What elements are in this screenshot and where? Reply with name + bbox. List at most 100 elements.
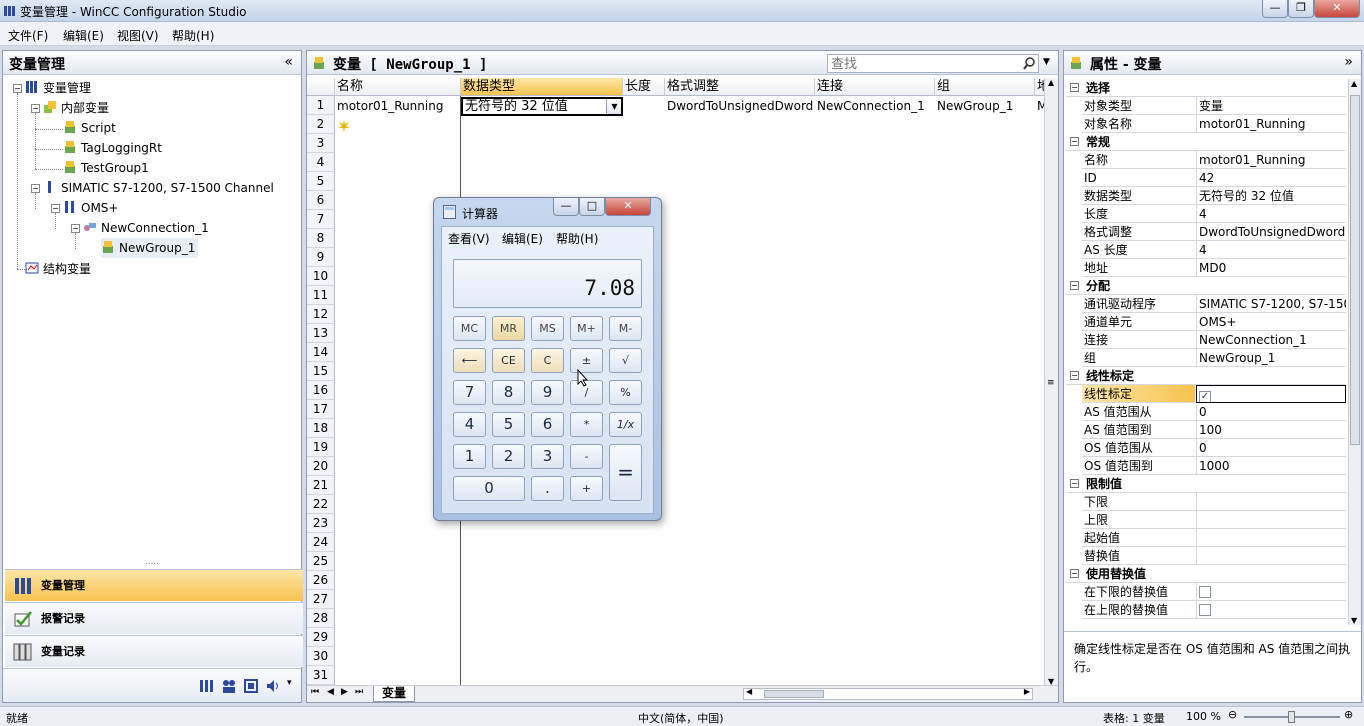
section-collapse-icon[interactable]: − [1070,569,1079,578]
property-row[interactable]: 数据类型 无符号的 32 位值 [1082,187,1346,205]
row-number[interactable]: 12 [307,305,335,324]
sheet-tab-tags[interactable]: 变量 [373,686,415,702]
property-value[interactable]: 1000 [1196,457,1346,475]
section-collapse-icon[interactable]: − [1070,479,1079,488]
tree-item-s7-channel[interactable]: SIMATIC S7-1200, S7-1500 Channel [43,178,274,198]
calculator-close-button[interactable]: ✕ [605,198,651,216]
splitter-grip[interactable]: ..... [3,558,301,569]
property-row[interactable]: 在上限的替换值 [1082,601,1346,619]
calc-mplus-button[interactable]: M+ [570,316,603,341]
property-value[interactable]: ✓ [1196,385,1346,403]
calc-5-button[interactable]: 5 [492,412,525,437]
calc-0-button[interactable]: 0 [453,476,525,501]
search-input[interactable] [827,54,1039,73]
calc-ms-button[interactable]: MS [531,316,564,341]
cell-name[interactable]: motor01_Running [335,97,460,116]
property-value[interactable]: motor01_Running [1196,115,1346,133]
tree-item-script[interactable]: Script [63,118,116,138]
calc-2-button[interactable]: 2 [492,444,525,469]
calculator-menu-help[interactable]: 帮助(H) [556,230,598,247]
row-number[interactable]: 5 [307,172,335,191]
row-number[interactable]: 22 [307,495,335,514]
row-number[interactable]: 27 [307,590,335,609]
property-value[interactable]: 100 [1196,421,1346,439]
tree-item-internal-tags[interactable]: 内部变量 [43,98,109,118]
property-row[interactable]: 对象类型 变量 [1082,97,1346,115]
row-number[interactable]: 14 [307,343,335,362]
property-value[interactable]: 4 [1196,205,1346,223]
row-number[interactable]: 4 [307,153,335,172]
speaker-small-icon[interactable] [265,678,281,694]
text-library-small-icon[interactable] [243,678,259,694]
row-number[interactable]: 3 [307,134,335,153]
tree-item-tag-management[interactable]: 变量管理 [25,78,91,98]
row-number[interactable]: 23 [307,514,335,533]
property-row[interactable]: ID 42 [1082,169,1346,187]
property-section[interactable]: − 选择 [1066,79,1346,97]
collapse-icon[interactable]: « [284,54,293,70]
last-sheet-icon[interactable]: ⏭ [355,687,363,697]
cell-connection[interactable]: NewConnection_1 [815,97,935,116]
property-row[interactable]: 起始值 [1082,529,1346,547]
tree-item-oms[interactable]: OMS+ [63,198,118,218]
close-button[interactable]: ✕ [1314,0,1360,18]
property-row[interactable]: AS 值范围到 100 [1082,421,1346,439]
property-row[interactable]: 通道单元 OMS+ [1082,313,1346,331]
nav-tag-logging[interactable]: 变量记录 [5,635,303,667]
row-number[interactable]: 7 [307,210,335,229]
horizontal-scroll-thumb[interactable] [764,690,824,698]
row-number[interactable]: 18 [307,419,335,438]
tree-item-testgroup1[interactable]: TestGroup1 [63,158,149,178]
row-number[interactable]: 8 [307,229,335,248]
calc-equals-button[interactable]: = [609,444,642,501]
row-number[interactable]: 6 [307,191,335,210]
prev-sheet-icon[interactable]: ◀ [327,687,334,697]
property-row[interactable]: 对象名称 motor01_Running [1082,115,1346,133]
property-value[interactable] [1196,493,1346,511]
row-number[interactable]: 29 [307,628,335,647]
property-value[interactable]: 0 [1196,403,1346,421]
property-row[interactable]: 在下限的替换值 [1082,583,1346,601]
nav-tag-management[interactable]: 变量管理 [5,569,303,601]
zoom-out-icon[interactable]: ⊖ [1228,708,1237,721]
property-value[interactable] [1196,511,1346,529]
tree-expander[interactable]: − [31,184,40,193]
row-number[interactable]: 26 [307,571,335,590]
property-value[interactable] [1196,547,1346,565]
scroll-right-icon[interactable]: ▶ [1024,687,1030,696]
column-header-length[interactable]: 长度 [623,78,665,96]
section-collapse-icon[interactable]: − [1070,281,1079,290]
row-number[interactable]: 9 [307,248,335,267]
property-value[interactable]: OMS+ [1196,313,1346,331]
properties-scroll-thumb[interactable] [1350,95,1360,445]
properties-scroll-down-icon[interactable]: ▼ [1351,616,1357,625]
property-row[interactable]: OS 值范围到 1000 [1082,457,1346,475]
calc-7-button[interactable]: 7 [453,380,486,405]
property-value[interactable]: 无符号的 32 位值 [1196,187,1346,205]
menu-view[interactable]: 视图(V) [117,27,159,44]
row-number[interactable]: 16 [307,381,335,400]
property-row[interactable]: 名称 motor01_Running [1082,151,1346,169]
column-header-group[interactable]: 组 [935,78,1035,96]
property-value[interactable] [1196,583,1346,601]
column-header-format[interactable]: 格式调整 [665,78,815,96]
row-number[interactable]: 13 [307,324,335,343]
section-collapse-icon[interactable]: − [1070,137,1079,146]
property-row[interactable]: 格式调整 DwordToUnsignedDword [1082,223,1346,241]
calc-subtract-button[interactable]: - [570,444,603,469]
property-value[interactable]: 0 [1196,439,1346,457]
tree-item-structure-tags[interactable]: 结构变量 [25,259,91,279]
property-value[interactable] [1196,601,1346,619]
property-value[interactable] [1196,529,1346,547]
calc-multiply-button[interactable]: * [570,412,603,437]
tag-logging-small-icon[interactable] [199,678,215,694]
section-collapse-icon[interactable]: − [1070,371,1079,380]
property-row[interactable]: AS 值范围从 0 [1082,403,1346,421]
property-row[interactable]: 上限 [1082,511,1346,529]
nav-alarm-logging[interactable]: 报警记录 [5,602,303,634]
calculator-maximize-button[interactable]: □ [579,198,605,216]
next-sheet-icon[interactable]: ▶ [341,687,348,697]
horizontal-scrollbar[interactable]: ◀ ▶ [743,687,1033,700]
property-value[interactable]: NewConnection_1 [1196,331,1346,349]
calc-3-button[interactable]: 3 [531,444,564,469]
